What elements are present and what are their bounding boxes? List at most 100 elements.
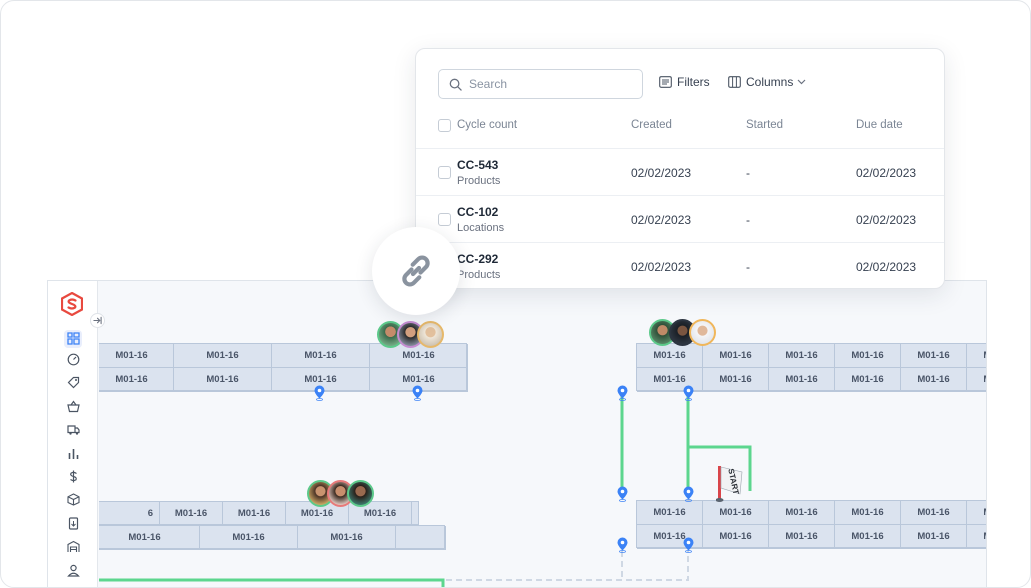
- columns-button[interactable]: Columns: [728, 75, 811, 89]
- location-cell[interactable]: M01-16: [637, 501, 703, 525]
- location-cell[interactable]: M01-16: [769, 368, 835, 392]
- sidebar-item-warehouse[interactable]: [48, 538, 98, 561]
- location-cell[interactable]: M01-16: [223, 502, 286, 526]
- columns-label: Columns: [746, 75, 794, 89]
- location-pin-icon[interactable]: [314, 385, 325, 401]
- location-cell[interactable]: M01-16: [835, 368, 901, 392]
- started-date: -: [746, 213, 750, 227]
- location-cell[interactable]: M01-16: [901, 368, 967, 392]
- column-header-cycle-count[interactable]: Cycle count: [457, 119, 517, 131]
- location-cell[interactable]: [396, 526, 446, 550]
- columns-icon: [728, 76, 741, 88]
- sidebar-item-dollar[interactable]: [48, 467, 98, 490]
- location-pin-icon[interactable]: [617, 486, 628, 502]
- location-cell[interactable]: M01-16: [769, 344, 835, 368]
- avatar-group-rack-2[interactable]: [649, 319, 716, 346]
- warehouse-app-window: M01-16 M01-16 M01-16 M01-16 M01-16 M01-16 M01-…: [47, 280, 987, 587]
- location-cell[interactable]: M01-16: [174, 368, 272, 392]
- select-all-checkbox[interactable]: [438, 119, 451, 132]
- row-checkbox[interactable]: [438, 166, 451, 179]
- cycle-count-type: Products: [457, 269, 501, 281]
- column-header-due-date[interactable]: Due date: [856, 119, 903, 131]
- location-cell[interactable]: M01-16: [901, 344, 967, 368]
- location-pin-icon[interactable]: [683, 385, 694, 401]
- location-cell[interactable]: M01-16: [967, 501, 986, 525]
- cycle-count-id[interactable]: CC-292: [457, 252, 498, 266]
- table-row[interactable]: CC-543 Products 02/02/2023 - 02/02/2023: [416, 148, 944, 195]
- location-cell[interactable]: M01-16: [160, 502, 223, 526]
- document-icon: [68, 517, 78, 530]
- started-date: -: [746, 166, 750, 180]
- search-field[interactable]: [438, 69, 643, 99]
- cycle-count-id[interactable]: CC-543: [457, 158, 498, 172]
- location-cell[interactable]: M01-16: [174, 344, 272, 368]
- location-cell[interactable]: M01-16: [99, 368, 174, 392]
- sidebar-item-document[interactable]: [48, 514, 98, 537]
- location-cell[interactable]: M01-16: [835, 525, 901, 549]
- location-cell[interactable]: M01-16: [835, 344, 901, 368]
- location-cell[interactable]: M01-16: [272, 344, 370, 368]
- location-cell[interactable]: M01-16: [637, 344, 703, 368]
- location-pin-icon[interactable]: [617, 385, 628, 401]
- location-pin-icon[interactable]: [683, 486, 694, 502]
- start-flag[interactable]: START: [715, 463, 748, 503]
- table-row[interactable]: CC-102 Locations 02/02/2023 - 02/02/2023: [416, 195, 944, 242]
- location-cell[interactable]: M01-16: [99, 344, 174, 368]
- cycle-count-id[interactable]: CC-102: [457, 205, 498, 219]
- basket-icon: [66, 400, 80, 412]
- cycle-count-type: Locations: [457, 222, 505, 234]
- location-cell[interactable]: M01-16: [703, 501, 769, 525]
- link-button[interactable]: [372, 227, 460, 315]
- cycle-count-type: Products: [457, 175, 501, 187]
- sidebar-item-user[interactable]: [48, 561, 98, 584]
- column-header-created[interactable]: Created: [631, 119, 672, 131]
- column-header-started[interactable]: Started: [746, 119, 783, 131]
- table-row[interactable]: CC-292 Products 02/02/2023 - 02/02/2023: [416, 242, 944, 288]
- sidebar-item-dashboard-gauge[interactable]: [48, 350, 98, 373]
- sidebar-item-bar-chart[interactable]: [48, 444, 98, 467]
- avatar-group-rack-1[interactable]: [377, 321, 444, 348]
- location-cell[interactable]: M01-16: [703, 525, 769, 549]
- location-cell[interactable]: M01-16: [200, 526, 298, 550]
- location-cell[interactable]: M01-16: [99, 526, 200, 550]
- location-cell[interactable]: M01-16: [769, 501, 835, 525]
- search-input[interactable]: [469, 77, 629, 91]
- location-cell[interactable]: M01-16: [967, 368, 986, 392]
- location-cell[interactable]: M01-16: [703, 368, 769, 392]
- sidebar-item-truck[interactable]: [48, 421, 98, 444]
- created-date: 02/02/2023: [631, 213, 692, 227]
- due-date: 02/02/2023: [856, 213, 917, 227]
- box-icon: [66, 493, 80, 507]
- location-cell[interactable]: M01-16: [901, 501, 967, 525]
- location-cell[interactable]: M01-16: [703, 344, 769, 368]
- user-icon: [66, 564, 80, 577]
- location-cell[interactable]: M01-16: [835, 501, 901, 525]
- rack-a: M01-16 M01-16 M01-16 M01-16 M01-16 M01-16 M01-…: [99, 343, 468, 392]
- location-pin-icon[interactable]: [617, 537, 628, 553]
- location-cell[interactable]: M01-16: [769, 525, 835, 549]
- filters-button[interactable]: Filters: [659, 75, 710, 89]
- sidebar-item-tag[interactable]: [48, 374, 98, 397]
- dashboard-gauge-icon: [67, 353, 79, 366]
- filter-list-icon: [659, 76, 672, 88]
- location-cell[interactable]: 6: [99, 502, 160, 526]
- location-pin-icon[interactable]: [412, 385, 423, 401]
- cycle-count-panel: Filters Columns Cycle count Created Star…: [415, 48, 945, 289]
- link-icon: [402, 255, 430, 287]
- avatar-group-rack-3[interactable]: [307, 480, 374, 507]
- warehouse-map-canvas[interactable]: M01-16 M01-16 M01-16 M01-16 M01-16 M01-16 M01-…: [99, 281, 986, 587]
- location-cell[interactable]: M01-16: [967, 344, 986, 368]
- sidebar-item-grid[interactable]: [48, 327, 98, 350]
- sidebar-nav: [48, 327, 98, 584]
- row-checkbox[interactable]: [438, 213, 451, 226]
- location-pin-icon[interactable]: [683, 537, 694, 553]
- sidebar-item-box[interactable]: [48, 491, 98, 514]
- avatar: [417, 321, 444, 348]
- location-cell[interactable]: M01-16: [967, 525, 986, 549]
- grid-icon: [66, 332, 80, 345]
- rack-b: M01-16 M01-16 M01-16 M01-16 M01-16 M01-16 M01-…: [636, 343, 986, 392]
- location-cell[interactable]: M01-16: [298, 526, 396, 550]
- brand-logo[interactable]: [61, 292, 83, 316]
- sidebar-item-basket[interactable]: [48, 397, 98, 420]
- location-cell[interactable]: M01-16: [901, 525, 967, 549]
